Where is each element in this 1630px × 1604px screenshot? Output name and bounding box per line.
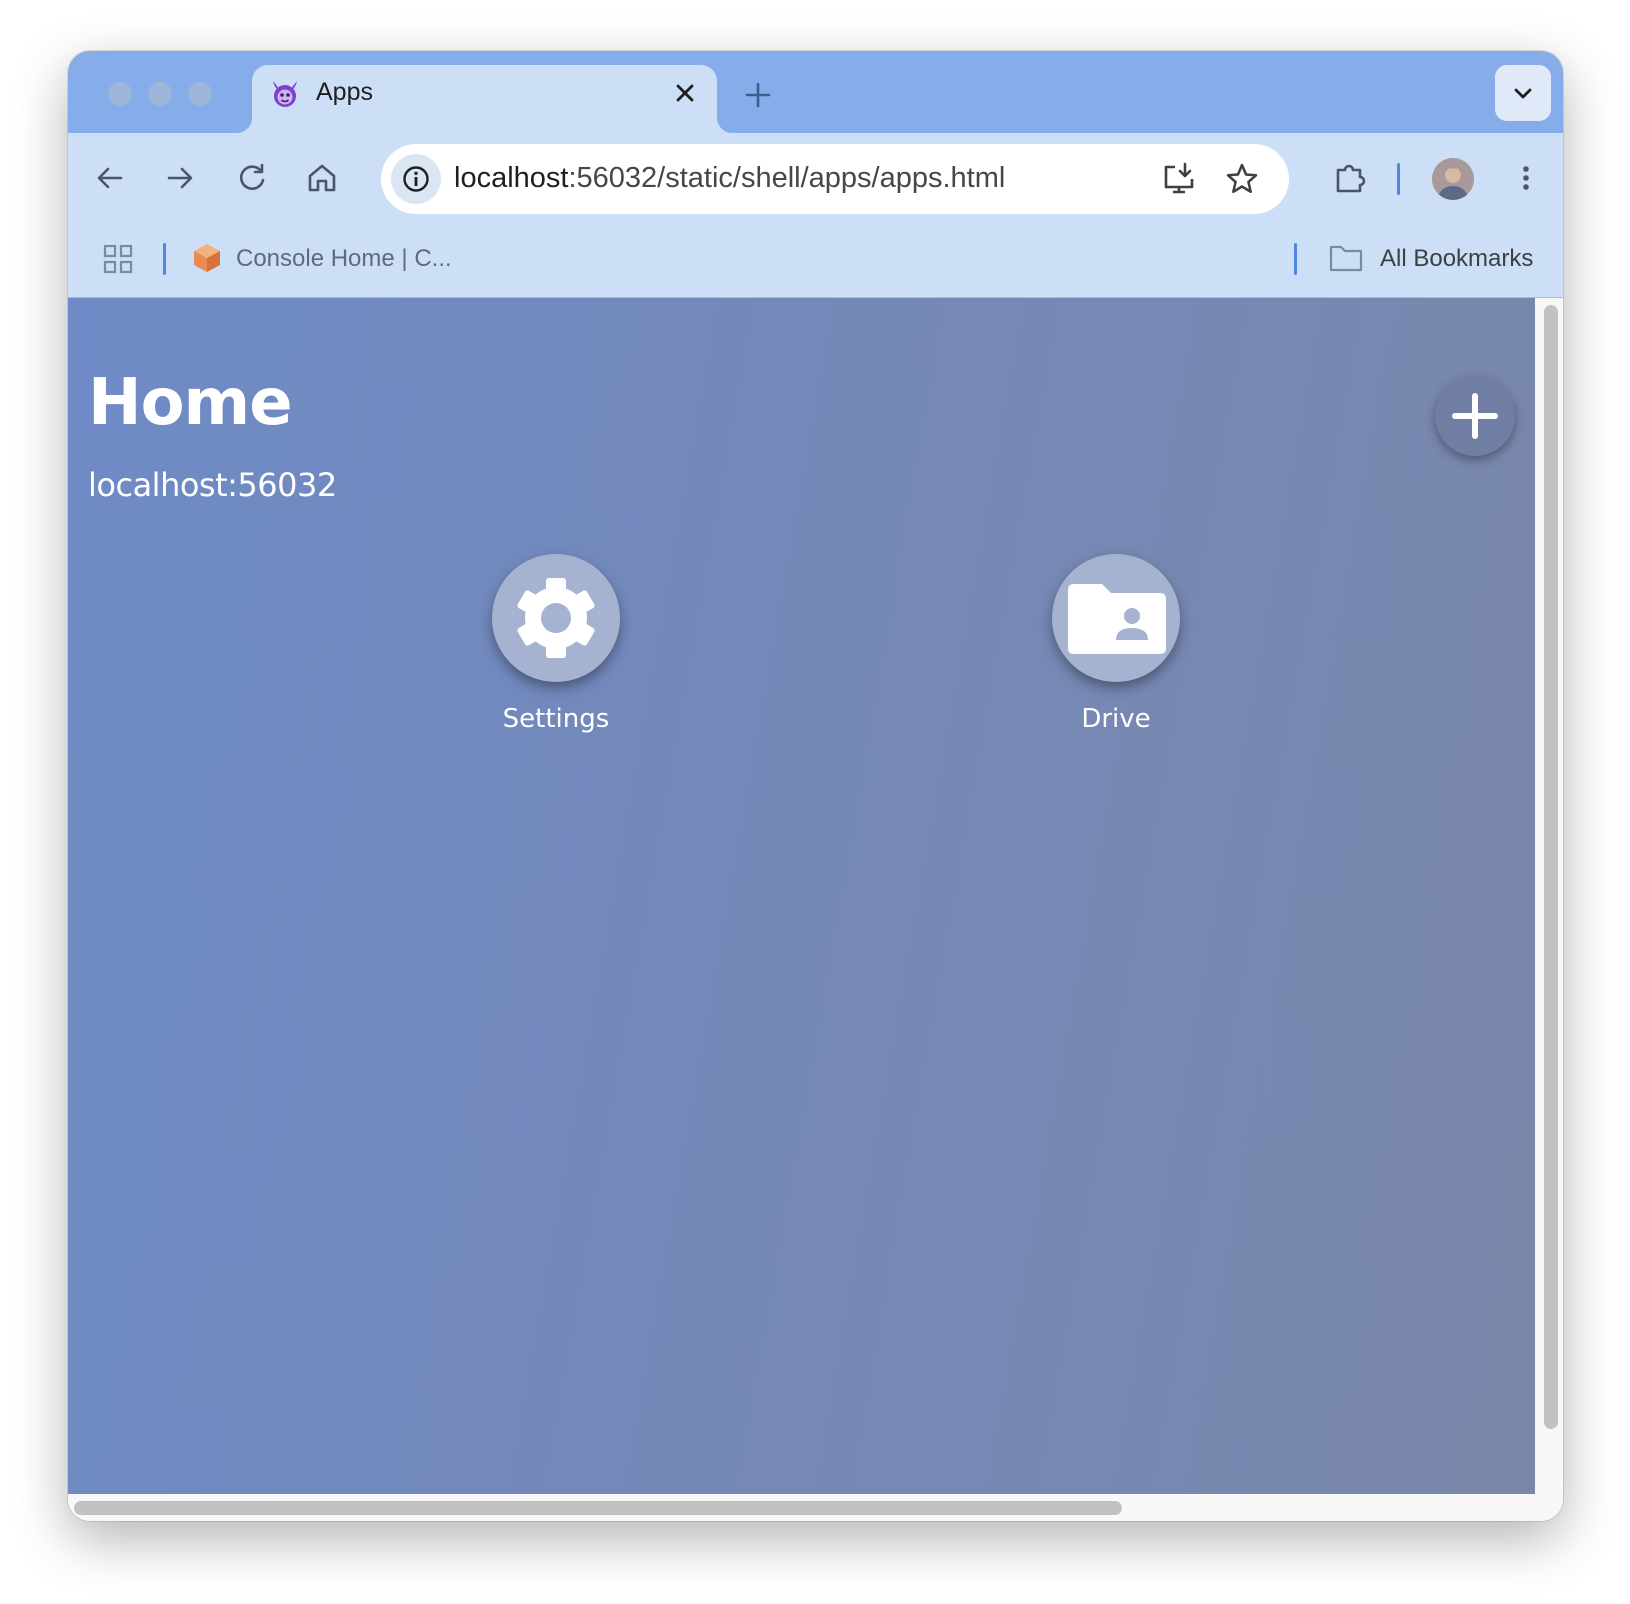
browser-window: Apps localhost:56032/static/shell/apps/a… <box>68 51 1563 1521</box>
all-bookmarks-label: All Bookmarks <box>1380 245 1534 272</box>
window-close-control[interactable] <box>108 82 132 106</box>
vertical-scrollbar-thumb[interactable] <box>1544 305 1558 1429</box>
person-photo-icon <box>1432 158 1474 200</box>
shared-folder-icon <box>1068 584 1166 654</box>
bookmarks-bar: Console Home | C... All Bookmarks <box>68 223 1563 298</box>
tab-title: Apps <box>316 78 373 106</box>
gear-icon <box>517 578 595 658</box>
apps-grid-icon[interactable] <box>102 243 134 275</box>
back-arrow-icon[interactable] <box>92 160 128 196</box>
address-bar[interactable]: localhost:56032/static/shell/apps/apps.h… <box>381 144 1289 214</box>
browser-toolbar: localhost:56032/static/shell/apps/apps.h… <box>68 133 1563 223</box>
horizontal-scrollbar-thumb[interactable] <box>74 1501 1122 1515</box>
window-minimize-control[interactable] <box>148 82 172 106</box>
page-content: Home localhost:56032 Settings Drive <box>68 298 1535 1494</box>
new-tab-icon[interactable] <box>744 81 772 109</box>
folder-icon <box>1329 245 1363 272</box>
url-host: localhost <box>454 162 569 194</box>
bookmarks-separator <box>163 243 166 275</box>
tab-search-button[interactable] <box>1495 65 1551 121</box>
bookmark-label: Console Home | C... <box>236 245 452 272</box>
app-label-settings: Settings <box>502 704 610 734</box>
chevron-down-icon <box>1514 88 1532 99</box>
add-app-button[interactable] <box>1435 376 1515 456</box>
cube-icon <box>194 244 220 272</box>
plus-icon <box>1452 393 1498 439</box>
app-icon-settings[interactable] <box>492 554 620 682</box>
forward-arrow-icon[interactable] <box>162 160 198 196</box>
bookmarks-separator <box>1294 243 1297 275</box>
install-app-icon[interactable] <box>1161 161 1197 197</box>
extensions-puzzle-icon[interactable] <box>1332 160 1368 196</box>
page-title: Home <box>88 366 293 440</box>
page-subtitle: localhost:56032 <box>88 466 337 504</box>
url-path: :56032/static/shell/apps/apps.html <box>568 162 1006 194</box>
home-icon[interactable] <box>304 160 340 196</box>
bookmark-star-icon[interactable] <box>1224 161 1260 197</box>
window-zoom-control[interactable] <box>188 82 212 106</box>
url-text: localhost:56032/static/shell/apps/apps.h… <box>454 162 1005 195</box>
close-tab-icon[interactable] <box>671 79 699 107</box>
profile-avatar[interactable] <box>1432 158 1474 200</box>
app-icon-drive[interactable] <box>1052 554 1180 682</box>
toolbar-separator <box>1397 163 1400 195</box>
tab-apps[interactable]: Apps <box>236 65 733 133</box>
app-label-drive: Drive <box>1081 704 1151 734</box>
site-info-button[interactable] <box>391 154 441 204</box>
app-tile-drive[interactable]: Drive <box>1016 554 1216 754</box>
info-icon <box>403 166 429 192</box>
reload-icon[interactable] <box>234 160 270 196</box>
devil-mascot-icon <box>273 81 297 107</box>
more-menu-icon[interactable] <box>1508 160 1544 196</box>
tab-strip: Apps <box>68 51 1563 133</box>
app-tile-settings[interactable]: Settings <box>456 554 656 754</box>
